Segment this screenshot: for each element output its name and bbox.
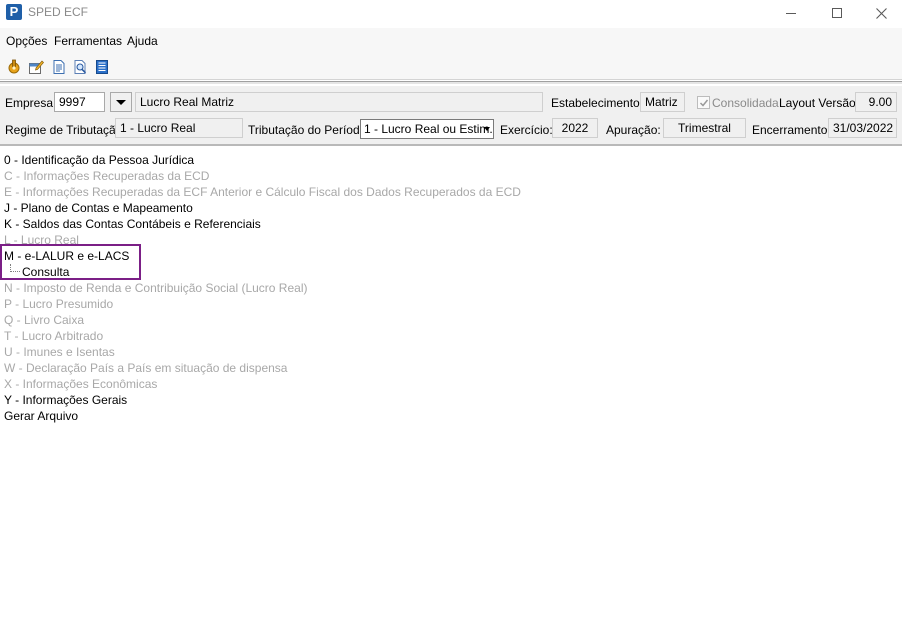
register-tree: 0 - Identificação da Pessoa Jurídica C -… (0, 148, 902, 641)
edit-button[interactable] (28, 59, 44, 75)
list-icon (96, 60, 108, 74)
tree-item-gerar-arquivo[interactable]: Gerar Arquivo (4, 408, 78, 424)
maximize-button[interactable] (814, 0, 860, 26)
close-button[interactable] (858, 0, 902, 26)
document-button[interactable] (51, 59, 67, 75)
encerramento-label: Encerramento: (752, 123, 831, 137)
tree-item-x: X - Informações Econômicas (4, 377, 158, 391)
tree-item-u: U - Imunes e Isentas (4, 345, 115, 359)
exercicio-label: Exercício: (500, 123, 553, 137)
empresa-code-field[interactable]: 9997 (54, 92, 105, 112)
apuracao-label: Apuração: (606, 123, 661, 137)
toolbar-separator (0, 81, 902, 85)
edit-icon (29, 60, 44, 74)
window-title: SPED ECF (28, 5, 89, 19)
menu-opcoes[interactable]: Opções (6, 34, 47, 48)
empresa-dropdown-button[interactable] (110, 92, 132, 112)
empresa-label: Empresa: (5, 96, 57, 110)
tools-button[interactable] (6, 59, 22, 75)
tree-item-j[interactable]: J - Plano de Contas e Mapeamento (4, 200, 193, 216)
app-icon: P (6, 4, 22, 20)
tree-item-t: T - Lucro Arbitrado (4, 329, 104, 343)
highlight-annotation (0, 244, 141, 280)
tree-item-w: W - Declaração País a País em situação d… (4, 361, 288, 375)
menu-ajuda[interactable]: Ajuda (127, 34, 158, 48)
regime-field: 1 - Lucro Real (115, 118, 243, 138)
empresa-name-field: Lucro Real Matriz (135, 92, 543, 112)
tree-item-k[interactable]: K - Saldos das Contas Contábeis e Refere… (4, 216, 261, 232)
tree-item-c: C - Informações Recuperadas da ECD (4, 169, 210, 183)
tributacao-label: Tributação do Período: (248, 123, 370, 137)
close-icon (875, 7, 887, 19)
tree-item-y[interactable]: Y - Informações Gerais (4, 392, 127, 408)
tributacao-select-value: 1 - Lucro Real ou Estim. (364, 122, 493, 136)
chevron-down-icon (116, 99, 126, 105)
estabelecimento-field: Matriz (640, 92, 685, 112)
menu-ferramentas[interactable]: Ferramentas (54, 34, 122, 48)
tree-item-n: N - Imposto de Renda e Contribuição Soci… (4, 281, 308, 295)
regime-label: Regime de Tributação: (5, 123, 126, 137)
tree-item-e: E - Informações Recuperadas da ECF Anter… (4, 185, 521, 199)
apuracao-field: Trimestral (663, 118, 746, 138)
exercicio-field: 2022 (552, 118, 598, 138)
menu-bar: Opções Ferramentas Ajuda (0, 28, 902, 54)
tree-item-p: P - Lucro Presumido (4, 297, 114, 311)
header-panel: Empresa: 9997 Lucro Real Matriz Estabele… (0, 86, 902, 146)
checkmark-icon (699, 99, 709, 107)
list-button[interactable] (94, 59, 110, 75)
search-document-icon (74, 60, 87, 74)
document-icon (53, 60, 65, 74)
tree-item-q: Q - Livro Caixa (4, 313, 85, 327)
encerramento-field: 31/03/2022 (828, 118, 897, 138)
consolidada-label: Consolidada (712, 96, 779, 110)
minimize-icon (786, 12, 796, 14)
layout-versao-field: 9.00 (855, 92, 897, 112)
maximize-icon (832, 8, 842, 18)
tools-icon (8, 59, 20, 74)
consolidada-checkbox[interactable] (697, 96, 710, 109)
search-document-button[interactable] (72, 59, 88, 75)
title-bar: P SPED ECF (0, 0, 902, 26)
select-arrow-icon (481, 120, 493, 138)
minimize-button[interactable] (768, 0, 814, 26)
tributacao-select[interactable]: 1 - Lucro Real ou Estim. (360, 119, 494, 139)
tree-item-0[interactable]: 0 - Identificação da Pessoa Jurídica (4, 152, 194, 168)
estabelecimento-label: Estabelecimento: (551, 96, 644, 110)
layout-versao-label: Layout Versão: (779, 96, 860, 110)
toolbar (0, 54, 902, 80)
